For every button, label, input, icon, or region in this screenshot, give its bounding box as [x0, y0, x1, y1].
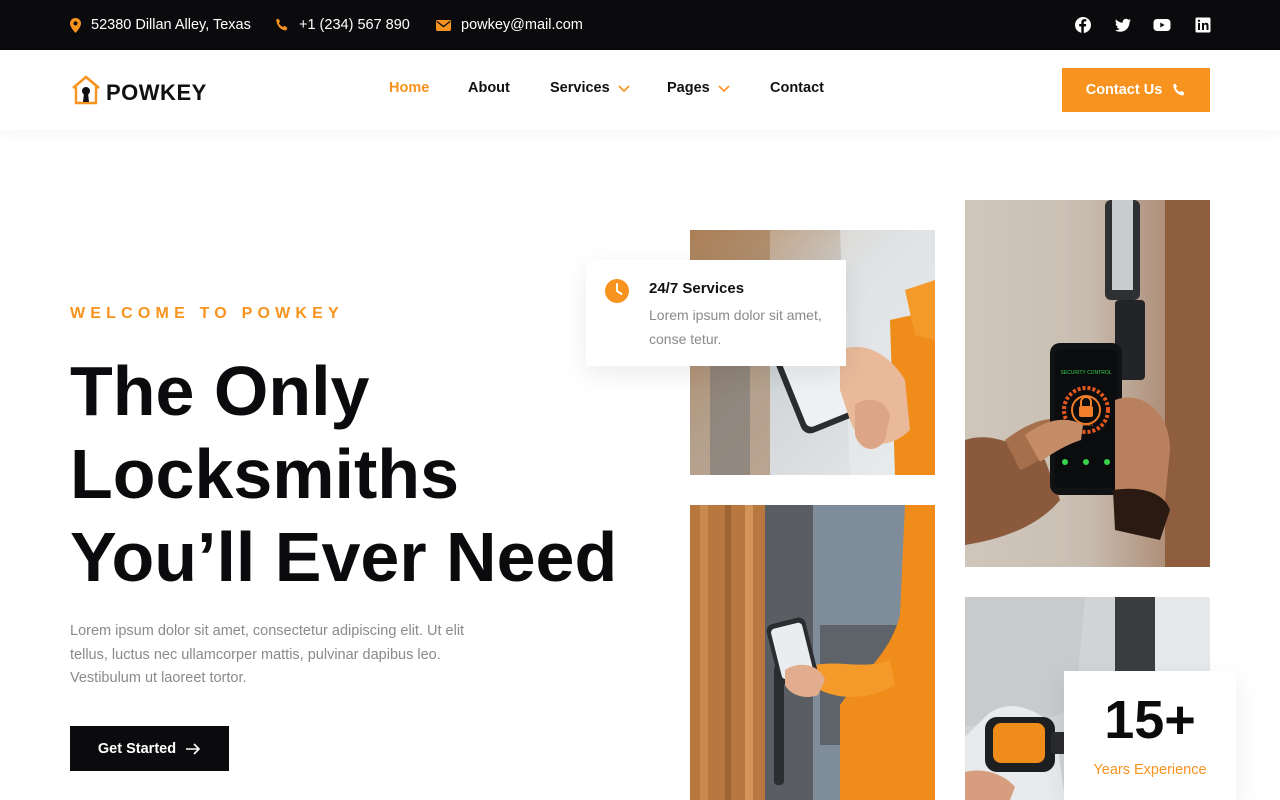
service-card-title: 24/7 Services	[649, 280, 745, 297]
hero-title-line-3: You’ll Ever Need	[70, 518, 618, 596]
phone-screen-header: SECURITY CONTROL	[1060, 370, 1111, 376]
hero-title-line-2: Locksmiths	[70, 435, 459, 513]
experience-label: Years Experience	[1093, 762, 1207, 778]
clock-icon	[605, 279, 629, 303]
contact-us-button[interactable]: Contact Us	[1062, 68, 1210, 112]
phone-text: +1 (234) 567 890	[299, 17, 410, 33]
experience-card: 15+ Years Experience	[1064, 671, 1236, 800]
get-started-button[interactable]: Get Started	[70, 726, 229, 771]
smart-lock-app-photo: SECURITY CONTROL ARMED	[965, 200, 1210, 567]
phone-icon	[1173, 83, 1185, 96]
house-keyhole-icon	[72, 75, 100, 105]
phone-icon	[276, 18, 288, 31]
nav-home[interactable]: Home	[389, 80, 429, 96]
main-navbar: POWKEY Home About Services Pages Contact…	[0, 50, 1280, 130]
hero-eyebrow: WELCOME TO POWKEY	[70, 305, 344, 322]
door-unlock-photo	[690, 505, 935, 800]
email-info[interactable]: powkey@mail.com	[436, 0, 583, 50]
chevron-down-icon	[718, 84, 730, 92]
hero-title-line-1: The Only	[70, 352, 370, 430]
nav-pages-label: Pages	[667, 80, 710, 96]
nav-home-label: Home	[389, 80, 430, 96]
top-bar: 52380 Dillan Alley, Texas +1 (234) 567 8…	[0, 0, 1280, 50]
phone-info[interactable]: +1 (234) 567 890	[275, 0, 410, 50]
brand-logo[interactable]: POWKEY	[70, 73, 207, 107]
nav-contact-label: Contact	[770, 80, 824, 96]
nav-about[interactable]: About	[468, 80, 510, 96]
twitter-icon[interactable]	[1114, 16, 1132, 34]
nav-contact[interactable]: Contact	[770, 80, 824, 96]
map-pin-icon	[70, 17, 81, 33]
contact-us-label: Contact Us	[1085, 82, 1163, 98]
nav-services[interactable]: Services	[550, 80, 630, 96]
nav-pages[interactable]: Pages	[667, 80, 730, 96]
service-card: 24/7 Services Lorem ipsum dolor sit amet…	[586, 260, 846, 366]
get-started-label: Get Started	[97, 740, 177, 757]
facebook-icon[interactable]	[1074, 16, 1092, 34]
nav-about-label: About	[468, 80, 510, 96]
nav-services-label: Services	[550, 80, 610, 96]
experience-number: 15+	[1104, 690, 1196, 750]
arrow-right-icon	[186, 742, 201, 755]
brand-name: POWKEY	[106, 80, 207, 105]
address-info: 52380 Dillan Alley, Texas	[70, 0, 251, 50]
hero-description: Lorem ipsum dolor sit amet, consectetur …	[70, 623, 465, 686]
chevron-down-icon	[618, 84, 630, 92]
linkedin-icon[interactable]	[1194, 16, 1212, 34]
address-text: 52380 Dillan Alley, Texas	[91, 17, 251, 33]
service-card-text: Lorem ipsum dolor sit amet, conse tetur.	[649, 307, 822, 347]
email-text: powkey@mail.com	[461, 17, 583, 33]
youtube-icon[interactable]	[1153, 16, 1171, 34]
hero-title: The Only Locksmiths You’ll Ever Need	[70, 350, 670, 599]
envelope-icon	[436, 19, 451, 31]
